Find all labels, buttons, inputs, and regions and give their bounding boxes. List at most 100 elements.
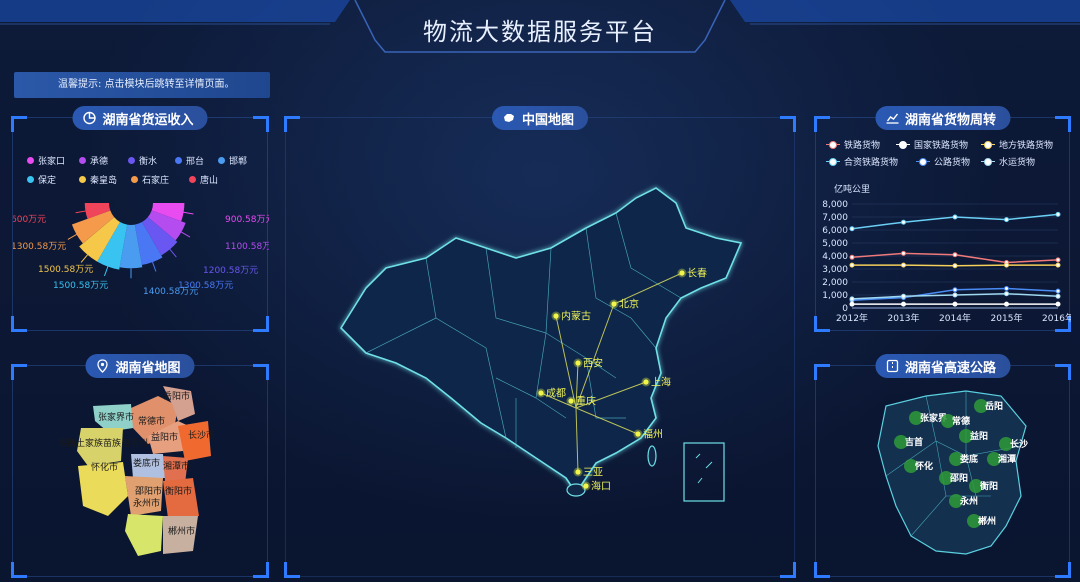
series-point[interactable] (1004, 301, 1009, 307)
y-tick-label: 2,000 (822, 278, 848, 288)
highway-city-label: 邵阳 (949, 473, 968, 484)
series-point[interactable] (1055, 211, 1061, 217)
series-point[interactable] (1004, 262, 1009, 268)
highway-city-label: 郴州 (978, 515, 996, 527)
city-label: 海口 (591, 480, 611, 493)
rose-label-line (169, 249, 177, 258)
city-label: 北京 (619, 298, 639, 311)
series-point[interactable] (952, 292, 958, 298)
region-hengyang (163, 478, 199, 518)
rose-data-label: 600万元 (13, 215, 46, 225)
hunan-region-label: 岳阳市 (163, 390, 190, 402)
rose-label-line (152, 261, 157, 272)
hunan-region-label: 邵阳市 (135, 485, 162, 497)
series-point[interactable] (1004, 286, 1009, 291)
series-point[interactable] (1055, 293, 1061, 299)
revenue-rose-chart: 900.58万元 1100.58万元 1200.58万元 1300.58万元 1400.… (13, 203, 269, 297)
series-point[interactable] (952, 263, 958, 269)
hunan-region-label: 湘西土家族苗族自治州 (58, 437, 148, 449)
y-tick-label: 7,000 (822, 213, 848, 223)
city-label: 内蒙古 (561, 310, 591, 323)
y-tick-label: 6,000 (822, 226, 848, 236)
highway-city-label: 娄底 (959, 453, 978, 465)
x-tick-label: 2014年 (939, 312, 971, 324)
china-map-panel[interactable]: 中国地图 长春 内蒙古 北京 西安 成都 重庆 上海 福州 三亚 海口 (284, 106, 796, 578)
series-point[interactable] (901, 219, 906, 225)
x-tick-label: 2015年 (991, 312, 1023, 324)
highway-city-label: 永州 (959, 495, 978, 507)
series-point[interactable] (901, 250, 906, 256)
hunan-map-panel[interactable]: 湖南省地图 张家界市 常德市 岳阳市 益阳市 湘西土家族苗族自治州 长沙市 娄底市 湘潭市 怀化… (11, 354, 269, 578)
page-title: 物流大数据服务平台 (423, 18, 657, 46)
rose-data-label: 1200.58万元 (203, 266, 258, 276)
series-point[interactable] (1055, 301, 1061, 307)
city-dot[interactable] (568, 398, 574, 404)
city-dot[interactable] (679, 270, 685, 276)
hunan-region-label: 张家界市 (98, 411, 134, 423)
y-tick-label: 8,000 (822, 200, 848, 210)
series-point[interactable] (1004, 291, 1009, 297)
rose-data-label: 1500.58万元 (53, 281, 108, 291)
turnover-panel[interactable]: 湖南省货物周转 铁路货物 国家铁路货物 地方铁路货物 合资铁路货物 公路货物 水运货物 亿… (814, 106, 1071, 332)
x-tick-label: 2012年 (836, 312, 868, 324)
series-point[interactable] (901, 301, 906, 307)
series-point[interactable] (849, 262, 855, 268)
series-point[interactable] (952, 252, 958, 258)
city-dot[interactable] (538, 390, 544, 396)
hunan-region-label: 长沙市 (188, 429, 215, 441)
rose-label-line (103, 266, 109, 277)
highway-city-label: 吉首 (905, 436, 923, 448)
series-point[interactable] (849, 301, 855, 307)
series-point[interactable] (901, 262, 906, 268)
hunan-region-label: 郴州市 (168, 525, 195, 537)
rose-data-label: 1100.58万元 (225, 242, 269, 252)
city-dot[interactable] (643, 379, 649, 385)
highway-city-label: 长沙 (1010, 438, 1028, 450)
highway-city-label: 常德 (952, 415, 970, 427)
highway-map: 张家界 常德岳阳吉首益阳长沙湘潭怀化娄底邵阳衡阳永州郴州 (877, 390, 1028, 555)
south-china-sea-inset (683, 442, 725, 502)
series-point[interactable] (849, 226, 855, 232)
highway-city-label: 怀化 (915, 460, 933, 472)
region-changsha (178, 421, 211, 461)
y-tick-label: 0 (842, 304, 848, 314)
series-point[interactable] (952, 214, 958, 220)
series-point[interactable] (1055, 262, 1061, 268)
series-point[interactable] (952, 301, 958, 307)
series-point[interactable] (1055, 288, 1061, 294)
city-dot[interactable] (575, 469, 581, 475)
city-dot[interactable] (611, 301, 617, 307)
series-point[interactable] (901, 293, 906, 299)
hunan-region-label: 娄底市 (133, 457, 160, 469)
series-point[interactable] (1004, 217, 1009, 223)
highway-city-label: 岳阳 (985, 400, 1003, 412)
hunan-region-label: 衡阳市 (165, 485, 192, 497)
city-dot[interactable] (553, 313, 559, 319)
rose-label-line (183, 211, 194, 215)
city-dot[interactable] (635, 431, 641, 437)
city-dot[interactable] (583, 483, 589, 489)
city-label: 成都 (546, 388, 566, 400)
rose-label-line (67, 234, 77, 240)
city-dot[interactable] (575, 360, 581, 366)
series-point[interactable] (849, 296, 855, 302)
hunan-province-map: 张家界市 常德市 岳阳市益阳市湘西土家族苗族自治州 长沙市娄底市 湘潭市 怀化市邵阳市 衡阳… (58, 386, 215, 556)
y-tick-label: 4,000 (822, 252, 848, 262)
series-point[interactable] (1055, 257, 1061, 263)
hunan-region-label: 湘潭市 (163, 460, 190, 472)
series-point[interactable] (952, 287, 958, 293)
china-map: 长春内蒙古 北京西安成都重庆 上海福州三亚海口 (339, 187, 743, 502)
city-label: 西安 (583, 357, 603, 370)
y-tick-label: 5,000 (822, 239, 848, 249)
highway-city-label: 衡阳 (980, 480, 998, 492)
city-label: 福州 (643, 428, 663, 441)
series-point[interactable] (849, 254, 855, 260)
hunan-region-label: 永州市 (133, 497, 160, 509)
highway-city-label: 益阳 (970, 430, 988, 442)
hunan-region-label: 益阳市 (151, 431, 178, 443)
revenue-panel[interactable]: 湖南省货运收入 张家口承德衡水邢台邯郸保定秦皇岛石家庄唐山 900.58万元11… (11, 106, 269, 332)
inset-islands (695, 453, 713, 484)
x-tick-label: 2016年 (1042, 312, 1071, 324)
highway-panel[interactable]: 湖南省高速公路 张家界 常德 岳阳 吉首 益阳 长沙 湘潭 怀化 娄底 邵阳 衡阳 永州 郴州 (814, 354, 1071, 578)
taiwan-island (647, 445, 657, 467)
